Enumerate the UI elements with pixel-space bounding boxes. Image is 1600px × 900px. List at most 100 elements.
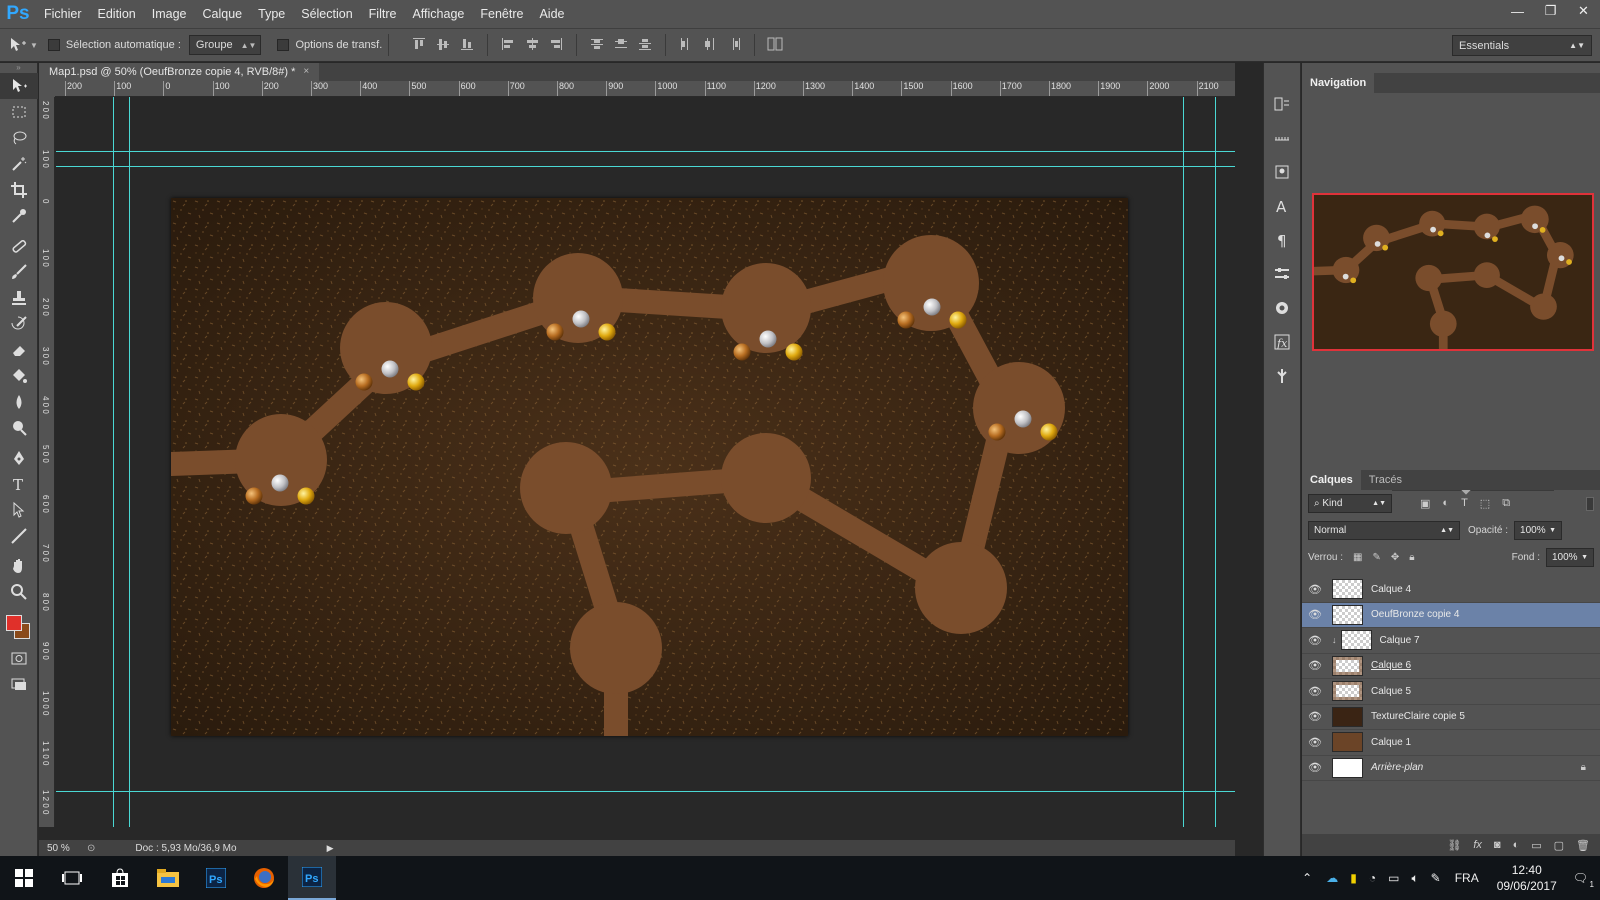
paragraph-panel-icon[interactable]: ¶ xyxy=(1264,223,1300,257)
horizontal-ruler[interactable]: 200 100 0 100 200 300 400 500 600 700 800 900 1000 11… xyxy=(55,81,1235,97)
align-vcenter-icon[interactable] xyxy=(433,34,453,54)
blend-mode-dropdown[interactable]: Normal ▲▼ xyxy=(1308,521,1460,540)
menu-item-6[interactable]: Filtre xyxy=(361,0,405,28)
layer-row[interactable]: 👁︎ Calque 6 xyxy=(1302,654,1600,679)
filter-toggle-icon[interactable] xyxy=(1586,496,1594,511)
quick-mask-icon[interactable] xyxy=(0,645,38,671)
guide-horizontal[interactable] xyxy=(56,791,1235,792)
brush-tool-icon[interactable] xyxy=(0,259,38,285)
layer-name[interactable]: Calque 4 xyxy=(1371,584,1411,595)
menu-item-3[interactable]: Calque xyxy=(195,0,251,28)
close-button[interactable]: ✕ xyxy=(1567,0,1600,22)
layer-name[interactable]: OeufBronze copie 4 xyxy=(1371,609,1459,620)
layer-name[interactable]: Arrière-plan xyxy=(1371,762,1423,773)
panel-grip[interactable]: » xyxy=(0,63,37,73)
move-tool-icon[interactable] xyxy=(0,73,38,99)
new-layer-icon[interactable]: ▢ xyxy=(1554,839,1564,852)
distribute-left-icon[interactable] xyxy=(676,34,696,54)
status-info-icon[interactable]: ⊙ xyxy=(87,843,95,854)
history-brush-tool-icon[interactable] xyxy=(0,311,38,337)
transform-controls-checkbox[interactable] xyxy=(277,39,290,51)
photoshop-taskbar-icon[interactable]: Ps xyxy=(192,856,240,900)
navigator-preview[interactable] xyxy=(1312,193,1594,351)
lock-all-icon[interactable]: 🔒︎ xyxy=(1409,552,1414,563)
align-bottom-icon[interactable] xyxy=(457,34,477,54)
firefox-icon[interactable] xyxy=(240,856,288,900)
tab-navigation[interactable]: Navigation xyxy=(1302,73,1375,93)
menu-item-4[interactable]: Type xyxy=(250,0,293,28)
lock-pixels-icon[interactable]: ✎ xyxy=(1372,552,1380,563)
task-view-icon[interactable] xyxy=(48,856,96,900)
photoshop-active-taskbar-icon[interactable]: Ps xyxy=(288,856,336,900)
link-layers-icon[interactable]: ⛓︎ xyxy=(1447,839,1461,852)
store-icon[interactable] xyxy=(96,856,144,900)
zoom-tool-icon[interactable] xyxy=(0,579,38,605)
menu-item-0[interactable]: Fichier xyxy=(36,0,90,28)
volume-icon[interactable]: 🔈︎ xyxy=(1411,871,1418,886)
delete-layer-icon[interactable]: 🗑︎ xyxy=(1576,839,1590,852)
align-hcenter-icon[interactable] xyxy=(522,34,542,54)
lock-position-icon[interactable]: ✥ xyxy=(1391,552,1399,563)
hand-tool-icon[interactable] xyxy=(0,553,38,579)
layer-style-icon[interactable]: fx xyxy=(1473,839,1482,851)
filter-shape-icon[interactable]: ⬚ xyxy=(1480,497,1490,510)
menu-item-9[interactable]: Aide xyxy=(531,0,572,28)
distribute-right-icon[interactable] xyxy=(724,34,744,54)
move-tool-icon[interactable] xyxy=(8,35,28,55)
restore-button[interactable]: ❐ xyxy=(1534,0,1567,22)
file-explorer-icon[interactable] xyxy=(144,856,192,900)
add-mask-icon[interactable]: ◙ xyxy=(1494,839,1501,851)
paint-bucket-tool-icon[interactable] xyxy=(0,363,38,389)
guide-horizontal[interactable] xyxy=(56,166,1235,167)
language-indicator[interactable]: FRA xyxy=(1455,871,1479,885)
layer-row[interactable]: 👁︎ Calque 1 xyxy=(1302,730,1600,756)
document-canvas[interactable] xyxy=(159,198,1128,748)
magic-wand-tool-icon[interactable] xyxy=(0,151,38,177)
ruler-origin[interactable] xyxy=(39,81,55,97)
opacity-field[interactable]: 100% ▼ xyxy=(1514,521,1563,540)
filter-pixel-icon[interactable]: ▣ xyxy=(1420,497,1430,510)
actions-panel-icon[interactable] xyxy=(1264,121,1300,155)
auto-select-checkbox[interactable] xyxy=(47,39,60,51)
layer-row[interactable]: 👁︎ Arrière-plan 🔒︎ xyxy=(1302,756,1600,781)
visibility-eye-icon[interactable]: 👁︎ xyxy=(1302,761,1328,774)
layer-name[interactable]: Calque 6 xyxy=(1371,660,1411,671)
layer-row[interactable]: 👁︎ Calque 4 xyxy=(1302,577,1600,603)
layer-name[interactable]: Calque 1 xyxy=(1371,737,1411,748)
tab-paths[interactable]: Tracés xyxy=(1361,470,1410,490)
start-icon[interactable] xyxy=(0,856,48,900)
battery-icon[interactable]: ▭ xyxy=(1388,871,1399,885)
status-menu-arrow-icon[interactable]: ▶ xyxy=(327,843,334,854)
filter-type-icon[interactable]: T xyxy=(1461,497,1468,510)
visibility-eye-icon[interactable]: 👁︎ xyxy=(1302,710,1328,723)
zoom-level-field[interactable]: 50 % xyxy=(39,843,87,854)
menu-item-8[interactable]: Fenêtre xyxy=(472,0,531,28)
vertical-ruler[interactable]: 2 0 0 1 0 0 0 1 0 0 2 0 0 3 0 0 4 0 0 5 0 0 6 0 … xyxy=(39,97,55,827)
type-tool-icon[interactable]: T xyxy=(0,471,38,497)
properties-panel-icon[interactable] xyxy=(1264,155,1300,189)
visibility-eye-icon[interactable]: 👁︎ xyxy=(1302,634,1328,647)
network-icon[interactable]: ◔ xyxy=(1369,871,1376,885)
crop-tool-icon[interactable] xyxy=(0,177,38,203)
onedrive-icon[interactable]: ☁︎ xyxy=(1326,871,1338,885)
guide-horizontal[interactable] xyxy=(56,151,1235,152)
line-tool-icon[interactable] xyxy=(0,523,38,549)
close-tab-icon[interactable]: × xyxy=(303,63,309,81)
guide-vertical[interactable] xyxy=(113,97,114,827)
auto-select-dropdown[interactable]: Groupe ▲▼ xyxy=(188,35,262,55)
menu-item-1[interactable]: Edition xyxy=(90,0,144,28)
tab-layers[interactable]: Calques xyxy=(1302,470,1361,490)
lasso-tool-icon[interactable] xyxy=(0,125,38,151)
action-center-icon[interactable]: 🗨︎ 1 xyxy=(1573,871,1594,889)
pen-tool-icon[interactable] xyxy=(0,445,38,471)
align-left-icon[interactable] xyxy=(498,34,518,54)
layer-row[interactable]: 👁︎ ↓ Calque 7 xyxy=(1302,628,1600,654)
screen-mode-icon[interactable] xyxy=(0,671,38,697)
filter-adjustment-icon[interactable]: ◐ xyxy=(1442,497,1449,510)
character-panel-icon[interactable]: A xyxy=(1264,189,1300,223)
canvas-area[interactable] xyxy=(56,97,1235,827)
distribute-hcenter-icon[interactable] xyxy=(700,34,720,54)
dodge-tool-icon[interactable] xyxy=(0,415,38,441)
guide-vertical[interactable] xyxy=(129,97,130,827)
fx-panel-icon[interactable]: fx xyxy=(1264,325,1300,359)
